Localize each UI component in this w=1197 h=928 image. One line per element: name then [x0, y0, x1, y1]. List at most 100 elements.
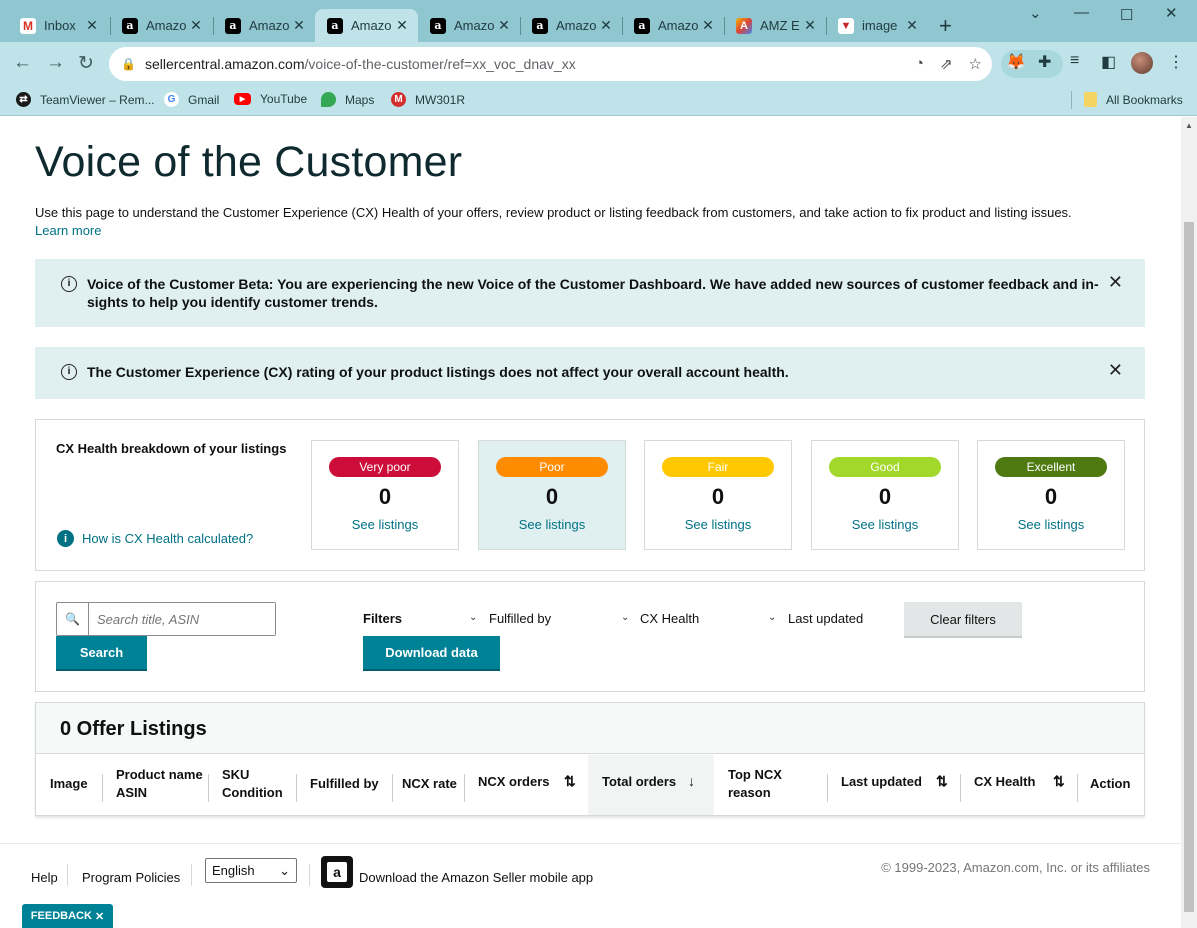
- col-cx-health[interactable]: CX Health: [974, 773, 1035, 791]
- chevron-down-icon[interactable]: ⌄: [469, 612, 477, 623]
- tab-amazon-4[interactable]: a Amazo ✕: [418, 9, 520, 42]
- tab-label: Amazo: [454, 18, 495, 33]
- all-bookmarks[interactable]: All Bookmarks: [1084, 92, 1183, 107]
- program-policies-link[interactable]: Program Policies: [82, 870, 180, 885]
- cx-card-excellent[interactable]: Excellent 0 See listings: [977, 440, 1125, 550]
- bookmark-youtube[interactable]: ▶ YouTube: [234, 92, 307, 106]
- tab-amazon-2[interactable]: a Amazo ✕: [213, 9, 315, 42]
- tab-amz-extension[interactable]: A AMZ E ✕: [724, 9, 826, 42]
- see-listings-link[interactable]: See listings: [812, 517, 958, 532]
- sort-descending-icon[interactable]: ↓: [688, 773, 695, 789]
- tab-amazon-6[interactable]: a Amazo ✕: [622, 9, 724, 42]
- profile-avatar[interactable]: [1131, 52, 1153, 74]
- tab-image[interactable]: ▼ image ✕: [826, 9, 928, 42]
- col-sku[interactable]: SKU Condition: [222, 766, 283, 802]
- tab-label: AMZ E: [760, 18, 800, 33]
- last-updated-filter[interactable]: Last updated: [788, 611, 863, 626]
- filters-label: Filters: [363, 611, 403, 626]
- feedback-button[interactable]: FEEDBACK ✕: [22, 904, 113, 928]
- cx-card-good[interactable]: Good 0 See listings: [811, 440, 959, 550]
- chevron-down-icon[interactable]: ⌄: [621, 612, 629, 623]
- sort-icon[interactable]: ⇅: [564, 773, 576, 790]
- amazon-icon: a: [122, 17, 138, 34]
- bookmark-mw301r[interactable]: M MW301R: [391, 92, 465, 107]
- close-icon[interactable]: ✕: [598, 17, 614, 34]
- close-icon[interactable]: ✕: [291, 17, 307, 34]
- see-listings-link[interactable]: See listings: [312, 517, 458, 532]
- minimize-icon[interactable]: —: [1074, 4, 1089, 21]
- page-scrollbar[interactable]: ▲: [1181, 117, 1197, 928]
- search-input[interactable]: [89, 603, 275, 635]
- see-listings-link[interactable]: See listings: [645, 517, 791, 532]
- reload-icon[interactable]: ↻: [78, 52, 94, 75]
- cx-health-breakdown: CX Health breakdown of your listings i H…: [35, 419, 1145, 571]
- new-tab-icon[interactable]: +: [939, 13, 952, 39]
- cx-health-filter[interactable]: CX Health: [640, 611, 699, 626]
- media-queue-icon[interactable]: ≡: [1070, 52, 1079, 70]
- tab-amazon-5[interactable]: a Amazo ✕: [520, 9, 622, 42]
- tab-amazon-active[interactable]: a Amazo ✕: [315, 9, 418, 42]
- bookmark-teamviewer[interactable]: ⇄ TeamViewer – Rem...: [16, 92, 155, 107]
- tab-search-chevron-icon[interactable]: ⌄: [1029, 4, 1042, 22]
- col-last-updated[interactable]: Last updated: [841, 773, 922, 791]
- close-icon[interactable]: ✕: [1108, 273, 1123, 291]
- folder-icon: [1084, 92, 1097, 107]
- see-listings-link[interactable]: See listings: [479, 517, 625, 532]
- back-icon[interactable]: ←: [13, 52, 32, 74]
- close-icon[interactable]: ✕: [188, 17, 204, 34]
- cx-health-how-link[interactable]: i How is CX Health calculated?: [57, 530, 253, 547]
- download-data-button[interactable]: Download data: [363, 636, 500, 669]
- cx-card-very-poor[interactable]: Very poor 0 See listings: [311, 440, 459, 550]
- scroll-up-icon[interactable]: ▲: [1185, 121, 1193, 130]
- cx-card-poor[interactable]: Poor 0 See listings: [478, 440, 626, 550]
- bookmark-star-icon[interactable]: ☆: [969, 55, 982, 73]
- help-link[interactable]: Help: [31, 870, 58, 885]
- language-select[interactable]: English ⌄: [205, 858, 297, 883]
- bookmarks-bar: ⇄ TeamViewer – Rem... G Gmail ▶ YouTube …: [0, 86, 1197, 116]
- learn-more-link[interactable]: Learn more: [35, 223, 101, 238]
- page-footer: Help Program Policies English ⌄ a Downlo…: [0, 843, 1181, 928]
- sort-icon[interactable]: ⇅: [1053, 773, 1065, 790]
- performance-icon[interactable]: ◔: [915, 55, 924, 73]
- col-ncx-orders[interactable]: NCX orders: [478, 773, 550, 791]
- clear-filters-button[interactable]: Clear filters: [904, 602, 1022, 636]
- tab-amazon-1[interactable]: a Amazo ✕: [110, 9, 212, 42]
- share-icon[interactable]: ⇗: [940, 55, 953, 73]
- youtube-icon: ▶: [234, 93, 251, 105]
- col-total-orders[interactable]: Total orders: [602, 773, 676, 791]
- close-icon[interactable]: ✕: [904, 17, 920, 34]
- page-content: Voice of the Customer Use this page to u…: [0, 117, 1181, 928]
- teamviewer-icon: ⇄: [16, 92, 31, 107]
- sort-icon[interactable]: ⇅: [936, 773, 948, 790]
- address-bar[interactable]: 🔒 sellercentral.amazon.com/voice-of-the-…: [109, 47, 992, 81]
- maximize-icon[interactable]: ☐: [1120, 6, 1133, 24]
- col-product-name[interactable]: Product name ASIN: [116, 766, 203, 802]
- chevron-down-icon[interactable]: ⌄: [768, 612, 776, 623]
- bookmark-maps[interactable]: Maps: [321, 92, 374, 107]
- forward-icon[interactable]: →: [46, 52, 65, 74]
- fulfilled-by-filter[interactable]: Fulfilled by: [489, 611, 551, 626]
- extensions-puzzle-icon[interactable]: ✚: [1038, 52, 1051, 72]
- see-listings-link[interactable]: See listings: [978, 517, 1124, 532]
- tab-inbox[interactable]: M Inbox ✕: [8, 9, 108, 42]
- cx-count: 0: [878, 484, 892, 509]
- close-icon[interactable]: ✕: [802, 17, 818, 34]
- scrollbar-thumb[interactable]: [1184, 222, 1194, 912]
- side-panel-icon[interactable]: ◧: [1101, 52, 1116, 72]
- metamask-icon[interactable]: 🦊: [1006, 52, 1026, 72]
- download-app-link[interactable]: Download the Amazon Seller mobile app: [359, 870, 593, 885]
- close-icon[interactable]: ✕: [84, 17, 100, 34]
- close-icon[interactable]: ✕: [700, 17, 716, 34]
- cx-card-fair[interactable]: Fair 0 See listings: [644, 440, 792, 550]
- close-icon[interactable]: ✕: [95, 910, 104, 923]
- close-icon[interactable]: ✕: [1108, 361, 1123, 379]
- close-icon[interactable]: ✕: [496, 17, 512, 34]
- close-icon[interactable]: ✕: [394, 17, 410, 34]
- search-button[interactable]: Search: [56, 636, 147, 669]
- amazon-seller-app-icon[interactable]: a: [321, 856, 353, 888]
- col-fulfilled-by: Fulfilled by: [310, 776, 379, 791]
- bookmark-gmail[interactable]: G Gmail: [164, 92, 219, 107]
- menu-kebab-icon[interactable]: ⋮: [1168, 52, 1184, 72]
- tab-label: Amazo: [249, 18, 290, 33]
- window-close-icon[interactable]: ✕: [1165, 4, 1178, 22]
